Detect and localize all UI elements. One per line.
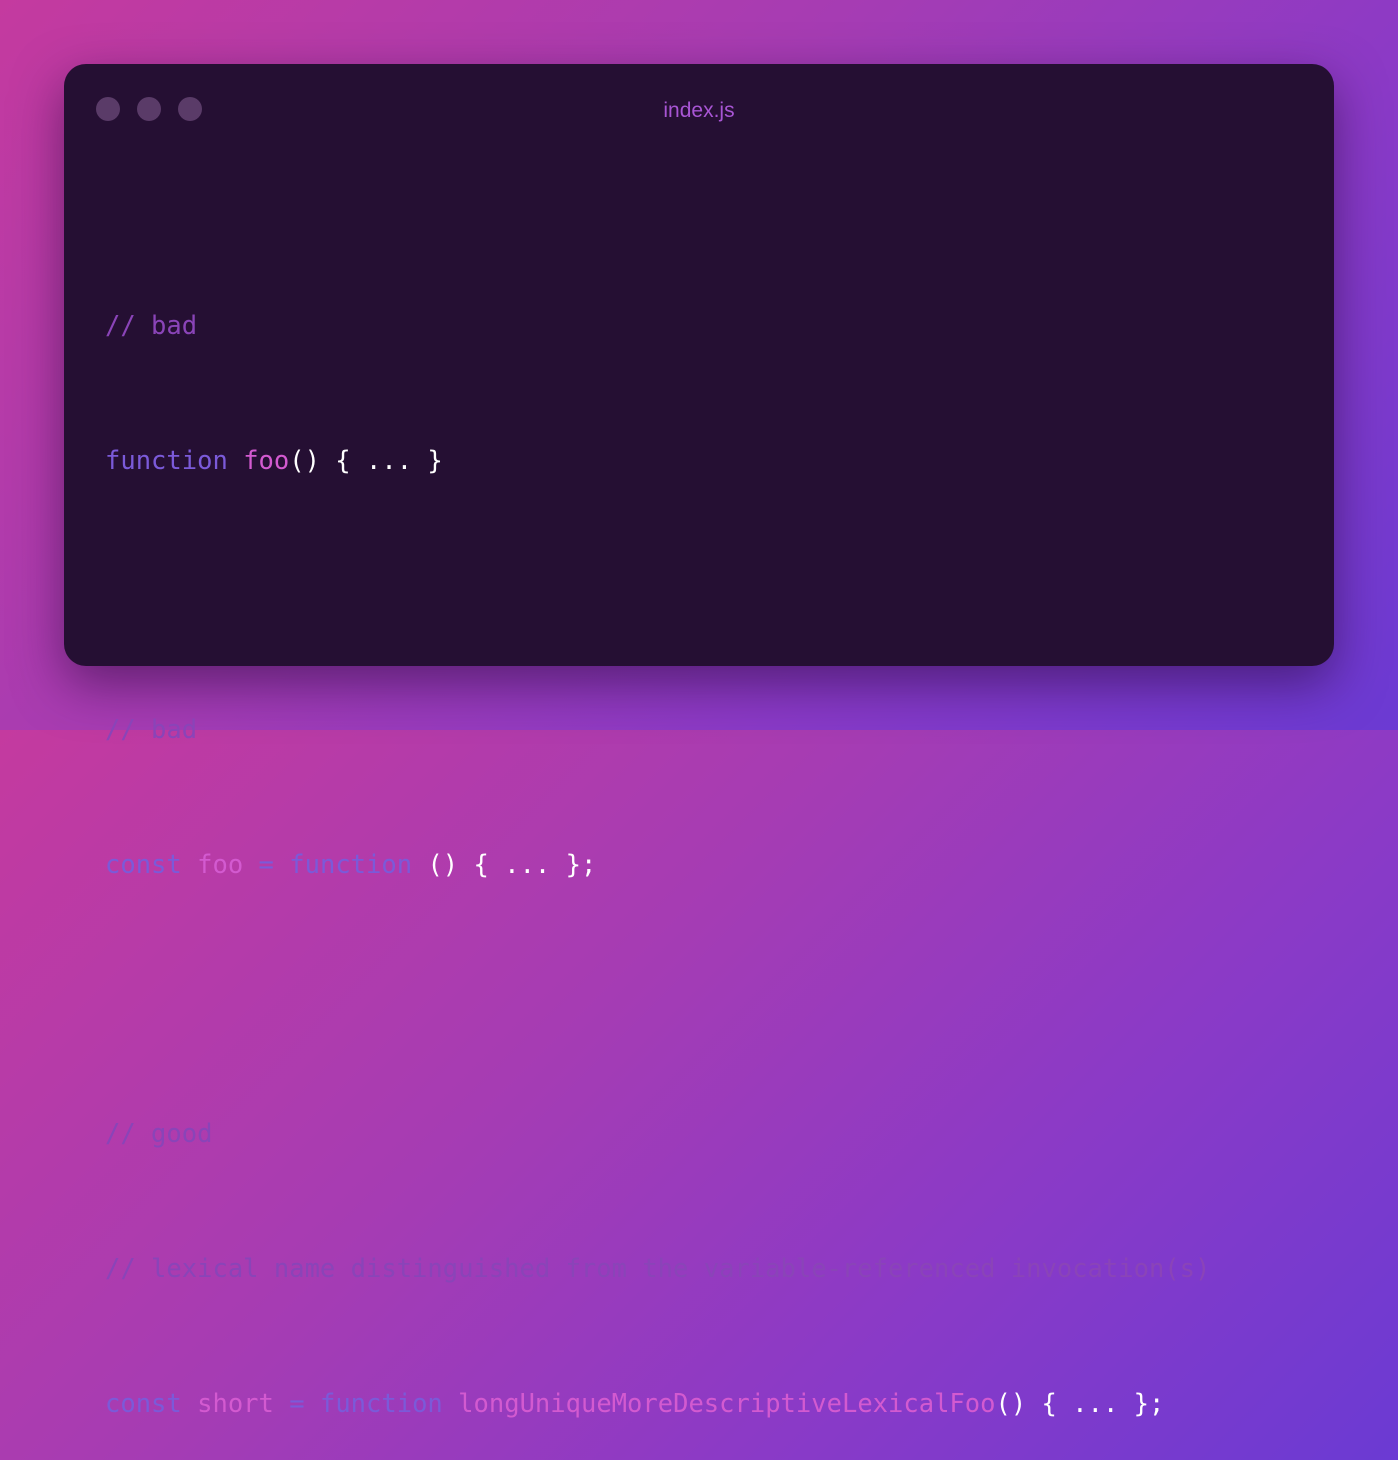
code-keyword: const — [105, 850, 182, 880]
code-identifier: foo — [243, 446, 290, 476]
code-comment: // bad — [105, 311, 198, 341]
code-comment: // bad — [105, 715, 198, 745]
code-keyword: function — [289, 850, 413, 880]
window-title: index.js — [663, 99, 735, 122]
code-function-name: longUniqueMoreDescriptiveLexicalFoo — [458, 1389, 996, 1419]
code-line: // bad — [105, 708, 1210, 753]
code-comment: // lexical name distinguished from the v… — [105, 1254, 1211, 1284]
code-line: // bad — [105, 304, 1210, 349]
code-line: function foo() { ... } — [105, 439, 1210, 484]
code-keyword: function — [105, 446, 228, 476]
code-comment: // good — [105, 1119, 213, 1149]
code-keyword: function — [319, 1389, 443, 1419]
code-punctuation: () { ... }; — [995, 1389, 1165, 1419]
code-line: const foo = function () { ... }; — [105, 843, 1210, 888]
code-operator: = — [258, 850, 274, 880]
code-operator: = — [289, 1389, 305, 1419]
code-punctuation: () { ... } — [289, 446, 443, 476]
code-identifier: foo — [197, 850, 244, 880]
code-line: // good — [105, 1112, 1210, 1157]
code-window: index.js // bad function foo() { ... } /… — [64, 64, 1334, 1419]
code-keyword: const — [105, 1389, 182, 1419]
code-block: // bad function foo() { ... } // bad con… — [105, 214, 1210, 1460]
code-punctuation: () { ... }; — [427, 850, 597, 880]
code-identifier: short — [197, 1389, 274, 1419]
code-line: // lexical name distinguished from the v… — [105, 1247, 1210, 1292]
code-line: const short = function longUniqueMoreDes… — [105, 1382, 1210, 1427]
